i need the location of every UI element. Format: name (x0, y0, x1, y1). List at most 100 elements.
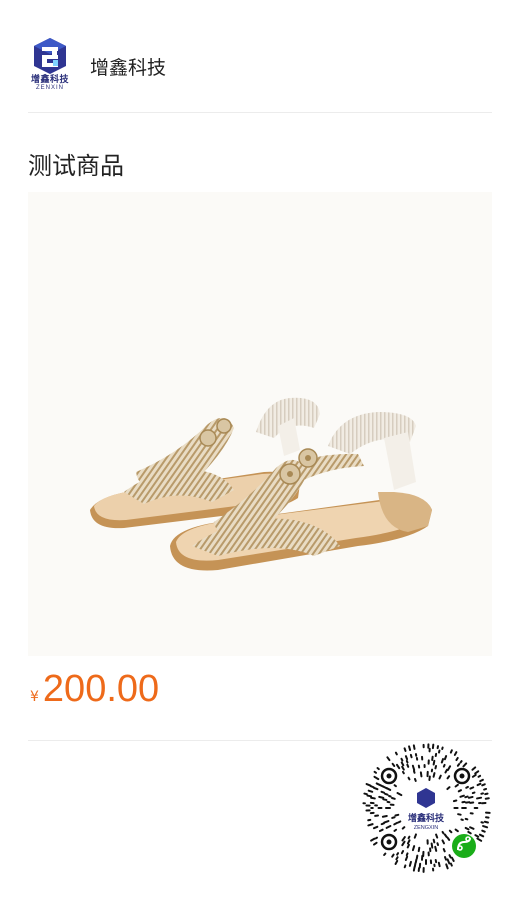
qr-module (459, 760, 463, 764)
qr-module (391, 797, 396, 800)
qr-module (446, 786, 451, 791)
qr-module (405, 759, 409, 764)
qr-module (373, 770, 377, 774)
qr-module (476, 837, 483, 842)
qr-module (444, 768, 448, 774)
qr-module (405, 852, 409, 857)
qr-module (449, 749, 453, 754)
qr-module (372, 786, 379, 791)
qr-module (479, 778, 484, 783)
qr-module (381, 814, 388, 818)
qr-module (448, 829, 453, 834)
qr-module (471, 766, 477, 771)
qr-module (412, 866, 416, 872)
qr-module (453, 751, 458, 756)
qr-module (411, 764, 416, 772)
qr-module (483, 820, 489, 824)
qr-module (386, 756, 391, 762)
currency-symbol: ¥ (30, 689, 39, 705)
qr-module (442, 848, 446, 853)
qr-module (378, 795, 385, 799)
qr-module (384, 792, 389, 796)
brand-header: 增鑫科技 ZENXIN 增鑫科技 (28, 36, 492, 96)
qr-module (383, 820, 390, 824)
qr-module (401, 770, 405, 775)
logo-text-cn: 增鑫科技 (30, 75, 69, 85)
qr-module (367, 789, 374, 793)
qr-module (393, 828, 398, 832)
qr-module (478, 833, 485, 838)
qr-module (376, 767, 380, 771)
qr-center-text: 增鑫科技 (408, 812, 445, 824)
qr-module (407, 835, 411, 840)
qr-module (401, 836, 406, 842)
qr-module (404, 755, 409, 761)
qr-module (395, 856, 399, 861)
qr-module (443, 856, 448, 861)
brand-logo-icon (34, 38, 66, 74)
qr-module (483, 787, 488, 791)
qr-module (465, 785, 469, 789)
qr-module (441, 839, 445, 845)
qr-module (443, 833, 448, 838)
qr-module (380, 790, 386, 794)
qr-module (415, 854, 419, 860)
qr-module (374, 836, 379, 840)
qr-module (484, 792, 489, 796)
qr-module (391, 816, 396, 819)
qr-module (454, 828, 459, 833)
qr-module (383, 852, 387, 856)
qr-module (443, 755, 448, 761)
qr-module (404, 855, 409, 862)
qr-module (477, 774, 482, 778)
qr-module (400, 761, 405, 767)
qr-module (430, 842, 434, 849)
qr-module (471, 773, 477, 778)
qr-module (378, 783, 385, 788)
qr-module (394, 751, 398, 756)
logo-text-en: ZENXIN (35, 85, 64, 91)
qr-module (434, 764, 438, 770)
qr-module (432, 772, 436, 778)
qr-module (438, 774, 442, 780)
qr-module (391, 853, 395, 858)
qr-module (409, 753, 413, 759)
qr-module (455, 756, 459, 762)
product-price: ¥ 200.00 (30, 668, 159, 711)
qr-module (459, 794, 465, 798)
qr-module (434, 845, 438, 852)
qr-module (469, 786, 475, 790)
qr-module (378, 828, 384, 833)
qr-module (481, 829, 486, 833)
qr-center-text-en: ZENGXIN (414, 825, 438, 831)
qr-module (388, 795, 392, 798)
qr-module (401, 826, 406, 830)
header-divider (28, 112, 492, 113)
qr-module (367, 823, 374, 827)
qr-module (408, 745, 412, 752)
qr-module (400, 850, 405, 855)
qr-module (441, 830, 445, 835)
qr-module (467, 795, 474, 799)
qr-module (373, 841, 378, 846)
price-amount: 200.00 (42, 668, 160, 710)
qr-module (396, 852, 400, 856)
qr-module (363, 792, 368, 796)
qr-module (412, 769, 416, 774)
qr-module (366, 794, 373, 798)
qr-module (462, 762, 468, 768)
qr-module (370, 796, 376, 800)
qr-module (411, 845, 416, 852)
qr-module (467, 830, 472, 835)
qr-module (413, 833, 417, 839)
qr-module (396, 792, 403, 797)
qr-module (446, 858, 451, 865)
qr-module (436, 842, 440, 847)
qr-module (414, 858, 418, 864)
mini-program-code[interactable]: 增鑫科技 ZENGXIN (360, 742, 492, 874)
price-divider (28, 740, 492, 741)
qr-module (452, 799, 458, 803)
product-title: 测试商品 (28, 152, 124, 180)
qr-module (382, 798, 388, 801)
qr-module (385, 824, 392, 829)
